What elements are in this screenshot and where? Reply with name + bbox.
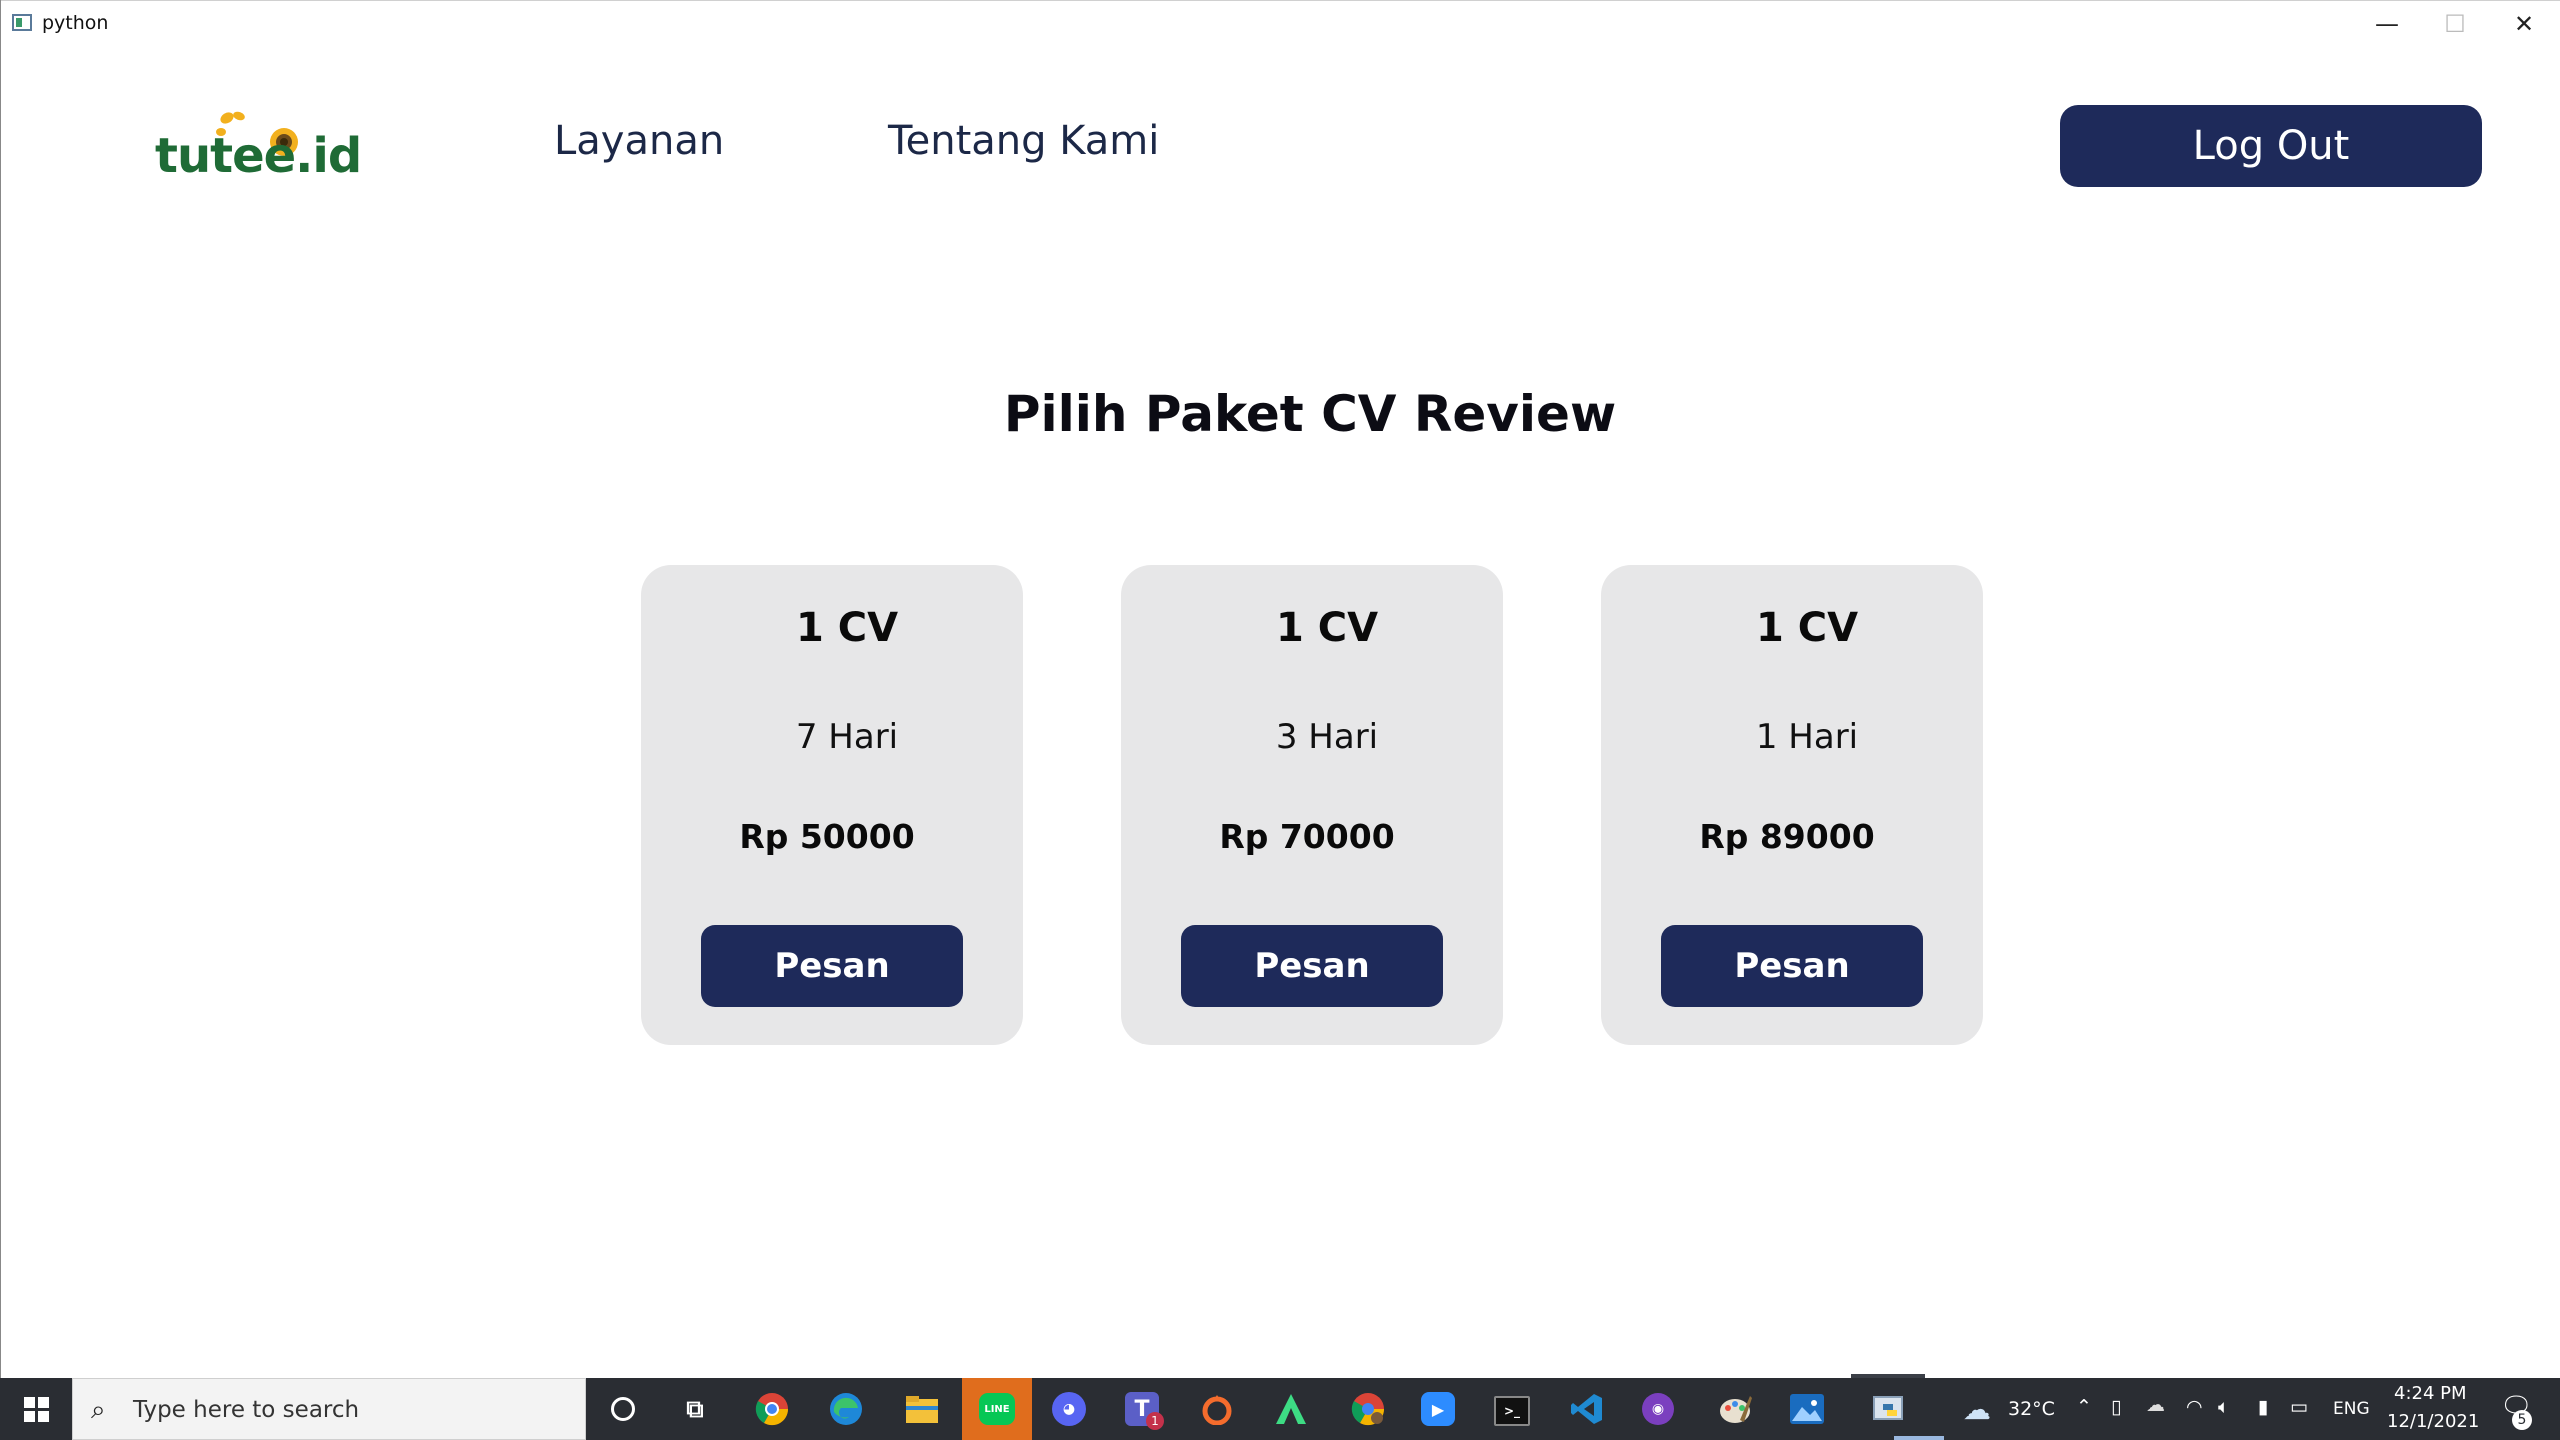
order-button[interactable]: Pesan — [1181, 925, 1443, 1007]
taskbar-search[interactable]: ⌕ Type here to search — [72, 1378, 586, 1440]
start-button[interactable] — [0, 1378, 72, 1440]
clock-date[interactable]: 12/1/2021 — [2387, 1411, 2479, 1432]
package-card: 1 CV 1 Hari Rp 89000 Pesan — [1601, 565, 1983, 1045]
chrome-icon[interactable] — [753, 1390, 791, 1428]
close-button[interactable]: ✕ — [2490, 1, 2558, 47]
file-explorer-icon[interactable] — [903, 1390, 941, 1428]
paint-icon[interactable] — [1716, 1390, 1754, 1428]
origin-icon[interactable] — [1198, 1390, 1236, 1428]
package-qty: 1 CV — [1275, 605, 1379, 651]
cortana-icon[interactable] — [604, 1390, 642, 1428]
python-taskbar-icon[interactable] — [1869, 1390, 1907, 1428]
package-duration: 3 Hari — [1275, 717, 1379, 757]
running-indicator — [1894, 1436, 1944, 1440]
windows-icon — [23, 1396, 49, 1422]
volume-icon[interactable]: 🔈︎ — [2218, 1396, 2229, 1418]
package-price: Rp 50000 — [739, 817, 915, 856]
edge-icon[interactable] — [827, 1390, 865, 1428]
vscode-icon[interactable] — [1568, 1390, 1606, 1428]
package-duration: 7 Hari — [795, 717, 899, 757]
notification-count: 5 — [2512, 1410, 2532, 1430]
page-title: Pilih Paket CV Review — [1003, 385, 1617, 443]
weather-temp[interactable]: 32°C — [2008, 1398, 2055, 1420]
package-price: Rp 70000 — [1219, 817, 1395, 856]
logout-button[interactable]: Log Out — [2060, 105, 2482, 187]
discord-icon[interactable]: ◕ — [1052, 1392, 1086, 1426]
window-border — [0, 0, 1, 1378]
teams-badge: 1 — [1146, 1412, 1164, 1430]
package-price: Rp 89000 — [1699, 817, 1875, 856]
logo-text: tutee.id — [155, 128, 362, 184]
github-desktop-icon[interactable]: ◉ — [1642, 1393, 1674, 1425]
wifi-icon[interactable]: ◠ — [2186, 1396, 2203, 1418]
onedrive-icon[interactable]: ☁ — [2146, 1394, 2165, 1416]
clock-time[interactable]: 4:24 PM — [2394, 1383, 2467, 1404]
maximize-button[interactable]: ☐ — [2421, 1, 2489, 47]
photos-icon[interactable] — [1790, 1394, 1824, 1424]
microphone-icon[interactable]: ▮ — [2258, 1396, 2268, 1418]
search-icon: ⌕ — [91, 1395, 106, 1425]
window-titlebar: python — ☐ ✕ — [0, 0, 2560, 47]
chrome-profile-icon[interactable] — [1349, 1390, 1387, 1428]
weather-cloud-icon[interactable]: ☁ — [1958, 1390, 1996, 1428]
android-studio-icon[interactable] — [1272, 1390, 1310, 1428]
package-duration: 1 Hari — [1755, 717, 1859, 757]
nav-layanan[interactable]: Layanan — [554, 118, 724, 164]
chevron-up-icon[interactable]: ⌃ — [2076, 1396, 2092, 1418]
package-qty: 1 CV — [795, 605, 899, 651]
nav-tentang-kami[interactable]: Tentang Kami — [888, 118, 1159, 164]
package-qty: 1 CV — [1755, 605, 1859, 651]
task-view-icon[interactable]: ⧉ — [676, 1390, 714, 1428]
minimize-button[interactable]: — — [2353, 1, 2421, 47]
package-card: 1 CV 3 Hari Rp 70000 Pesan — [1121, 565, 1503, 1045]
terminal-icon[interactable]: >_ — [1494, 1396, 1530, 1426]
battery-icon[interactable]: ▭ — [2290, 1396, 2308, 1418]
line-icon[interactable]: LINE — [962, 1378, 1032, 1440]
zoom-icon[interactable]: ▶ — [1421, 1392, 1455, 1426]
device-icon[interactable]: ▯ — [2111, 1396, 2121, 1418]
taskbar: ⌕ Type here to search ⧉ LINE ◕ T 1 ▶ >_ … — [0, 1378, 2560, 1440]
python-app-icon — [12, 14, 32, 31]
tutee-logo[interactable]: tutee.id — [155, 106, 362, 186]
order-button[interactable]: Pesan — [1661, 925, 1923, 1007]
order-button[interactable]: Pesan — [701, 925, 963, 1007]
language-indicator[interactable]: ENG — [2333, 1399, 2370, 1419]
package-card: 1 CV 7 Hari Rp 50000 Pesan — [641, 565, 1023, 1045]
search-placeholder: Type here to search — [133, 1397, 360, 1423]
window-title: python — [42, 12, 109, 34]
